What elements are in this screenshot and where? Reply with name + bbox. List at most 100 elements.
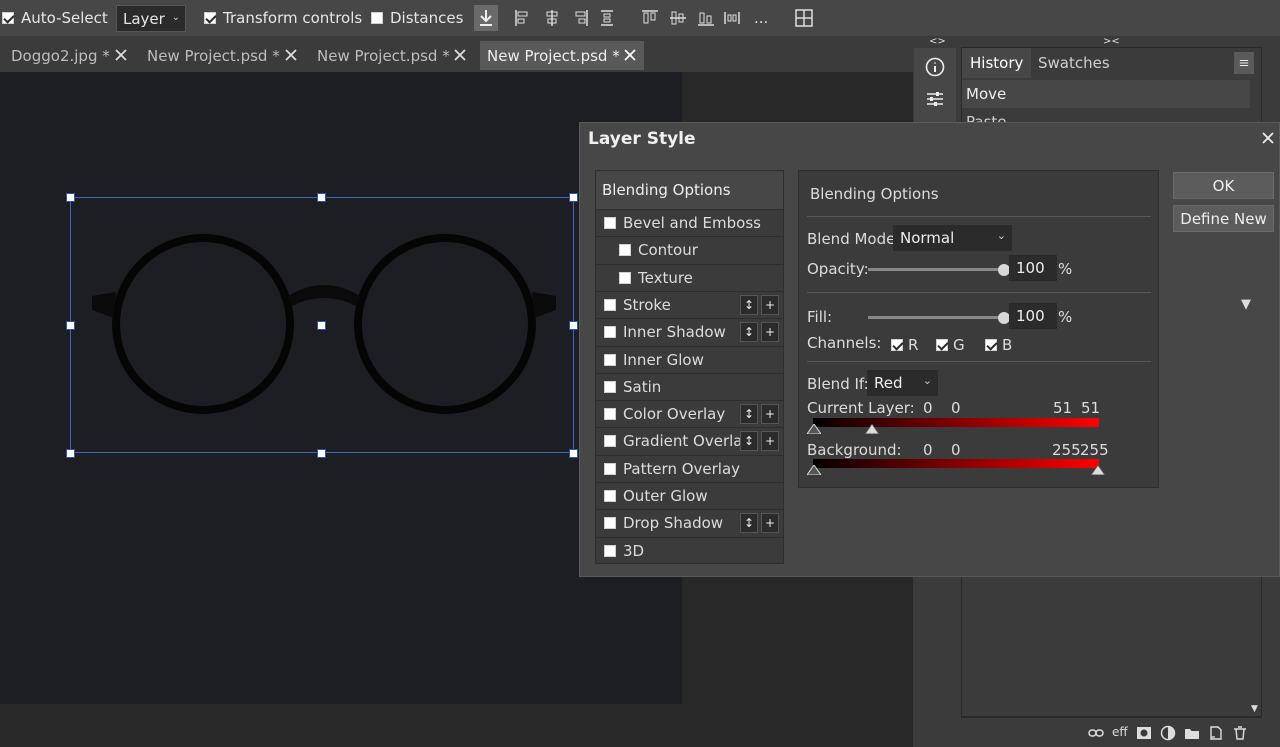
style-list-item[interactable]: Outer Glow: [596, 482, 783, 509]
blend-mode-dropdown[interactable]: Normal ⌄: [893, 225, 1012, 251]
background-white-slider[interactable]: [1091, 465, 1105, 475]
transform-handle[interactable]: [317, 449, 326, 458]
style-list-item[interactable]: Contour: [596, 236, 783, 263]
distances-checkbox[interactable]: [371, 12, 383, 24]
transform-handle[interactable]: [569, 193, 578, 202]
transform-handle[interactable]: [569, 321, 578, 330]
style-checkbox[interactable]: [604, 353, 616, 366]
info-icon[interactable]: [924, 56, 946, 78]
distances-toggle[interactable]: Distances: [371, 0, 463, 36]
style-checkbox[interactable]: [604, 326, 616, 339]
style-list-item[interactable]: Bevel and Emboss: [596, 209, 783, 236]
close-icon[interactable]: [1259, 129, 1277, 147]
close-icon[interactable]: [112, 46, 130, 64]
reorder-icon[interactable]: ↕: [740, 513, 758, 534]
style-checkbox[interactable]: [604, 435, 616, 448]
style-list-item[interactable]: Color Overlay ↕ +: [596, 400, 783, 427]
new-layer-icon[interactable]: [1208, 725, 1224, 741]
channel-g-toggle[interactable]: G: [936, 336, 965, 354]
transform-controls-checkbox[interactable]: [204, 12, 216, 24]
channel-r-toggle[interactable]: R: [891, 336, 918, 354]
distribute-vertical-icon[interactable]: [722, 8, 742, 28]
style-checkbox[interactable]: [604, 408, 616, 421]
opacity-input[interactable]: 100: [1009, 255, 1057, 281]
transform-handle[interactable]: [66, 321, 75, 330]
style-checkbox[interactable]: [604, 217, 616, 229]
history-item[interactable]: Paste: [962, 110, 1250, 122]
link-icon[interactable]: [1088, 725, 1104, 741]
style-checkbox[interactable]: [604, 298, 616, 311]
style-checkbox[interactable]: [604, 490, 616, 502]
align-top-icon[interactable]: [640, 8, 660, 28]
style-list-blending-options[interactable]: Blending Options: [596, 171, 783, 209]
channel-b-toggle[interactable]: B: [985, 336, 1012, 354]
close-icon[interactable]: [282, 46, 300, 64]
tab-new-project-active[interactable]: New Project.psd *: [480, 41, 644, 70]
define-new-button[interactable]: Define New: [1173, 205, 1274, 232]
close-icon[interactable]: [621, 46, 639, 64]
style-list-item[interactable]: Inner Glow: [596, 345, 783, 373]
scroll-down-icon[interactable]: ▼: [1251, 704, 1258, 714]
more-options-button[interactable]: ...: [754, 0, 768, 36]
align-center-horizontal-icon[interactable]: [542, 8, 562, 28]
align-left-icon[interactable]: [513, 8, 533, 28]
collapse-left-toggle[interactable]: <>: [929, 36, 946, 47]
tab-doggo2[interactable]: Doggo2.jpg *: [4, 41, 128, 70]
reorder-icon[interactable]: ↕: [740, 431, 758, 452]
style-checkbox[interactable]: [619, 271, 631, 284]
align-bottom-icon[interactable]: [696, 8, 716, 28]
style-checkbox[interactable]: [604, 462, 616, 475]
style-checkbox[interactable]: [604, 380, 616, 393]
style-list-item[interactable]: 3D: [596, 536, 783, 564]
fill-slider-track[interactable]: [868, 316, 1004, 319]
ok-button[interactable]: OK: [1173, 172, 1274, 199]
channel-g-checkbox[interactable]: [936, 339, 948, 351]
auto-select-toggle[interactable]: Auto-Select: [2, 0, 108, 36]
style-list-item[interactable]: Stroke ↕ +: [596, 290, 783, 318]
style-list-item[interactable]: Texture: [596, 263, 783, 291]
style-checkbox[interactable]: [619, 244, 631, 257]
transform-handle[interactable]: [317, 321, 326, 330]
panel-menu-icon[interactable]: [1234, 52, 1254, 74]
style-list-item[interactable]: Satin: [596, 372, 783, 400]
add-icon[interactable]: +: [761, 322, 779, 343]
adjustments-icon[interactable]: [924, 88, 946, 110]
style-list-item[interactable]: Pattern Overlay: [596, 454, 783, 482]
style-list-item[interactable]: Inner Shadow ↕ +: [596, 318, 783, 345]
auto-select-target-dropdown[interactable]: Layer ⌄: [116, 5, 186, 32]
add-icon[interactable]: +: [761, 404, 779, 425]
transform-handle[interactable]: [569, 449, 578, 458]
align-middle-vertical-icon[interactable]: [668, 8, 688, 28]
channel-b-checkbox[interactable]: [985, 339, 997, 351]
history-item[interactable]: Move: [962, 80, 1250, 108]
distribute-horizontal-icon[interactable]: [597, 8, 617, 28]
tab-new-project-1[interactable]: New Project.psd *: [140, 41, 300, 70]
expand-arrow-icon[interactable]: ▼: [1241, 297, 1251, 312]
fill-input[interactable]: 100: [1009, 303, 1057, 329]
add-icon[interactable]: +: [761, 513, 779, 534]
current-layer-white-slider[interactable]: [865, 424, 879, 434]
transform-handle[interactable]: [66, 193, 75, 202]
grid-icon[interactable]: [794, 8, 814, 28]
collapse-right-toggle[interactable]: ><: [1103, 36, 1120, 47]
close-icon[interactable]: [451, 46, 469, 64]
add-icon[interactable]: +: [761, 294, 779, 315]
transform-bounding-box[interactable]: [66, 193, 578, 458]
channel-r-checkbox[interactable]: [891, 339, 903, 351]
transform-controls-toggle[interactable]: Transform controls: [204, 0, 362, 36]
transform-handle[interactable]: [317, 193, 326, 202]
blend-if-dropdown[interactable]: Red ⌄: [867, 370, 938, 396]
download-icon[interactable]: [474, 5, 498, 31]
add-icon[interactable]: +: [761, 431, 779, 452]
auto-select-checkbox[interactable]: [2, 12, 14, 24]
tab-history[interactable]: History: [962, 48, 1032, 78]
style-list-item[interactable]: Drop Shadow ↕ +: [596, 509, 783, 536]
transform-handle[interactable]: [66, 449, 75, 458]
style-list-item[interactable]: Gradient Overlay ↕ +: [596, 427, 783, 454]
current-layer-black-slider[interactable]: [807, 424, 821, 434]
reorder-icon[interactable]: ↕: [740, 404, 758, 425]
reorder-icon[interactable]: ↕: [740, 294, 758, 315]
background-black-slider[interactable]: [807, 465, 821, 475]
align-right-icon[interactable]: [570, 8, 590, 28]
opacity-slider-track[interactable]: [868, 268, 1004, 271]
